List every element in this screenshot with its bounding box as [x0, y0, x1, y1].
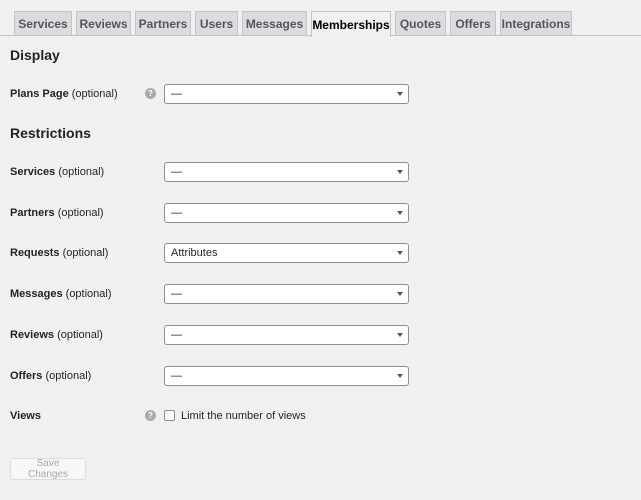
tab-users[interactable]: Users — [195, 11, 238, 35]
tab-messages[interactable]: Messages — [242, 11, 307, 35]
plans-page-select[interactable]: — — [164, 84, 409, 104]
reviews-select[interactable]: — — [164, 325, 409, 345]
tab-services[interactable]: Services — [14, 11, 72, 35]
tab-reviews[interactable]: Reviews — [76, 11, 131, 35]
requests-label: Requests (optional) — [10, 247, 109, 259]
tab-bar: Services Reviews Partners Users Messages… — [0, 0, 641, 37]
chevron-down-icon — [397, 92, 403, 96]
tab-quotes[interactable]: Quotes — [395, 11, 446, 35]
tab-memberships[interactable]: Memberships — [311, 11, 391, 37]
save-changes-button[interactable]: Save Changes — [10, 458, 86, 480]
limit-views-label[interactable]: Limit the number of views — [181, 410, 306, 422]
chevron-down-icon — [397, 251, 403, 255]
tab-offers[interactable]: Offers — [450, 11, 496, 35]
reviews-label: Reviews (optional) — [10, 329, 103, 341]
requests-select[interactable]: Attributes — [164, 243, 409, 263]
partners-select[interactable]: — — [164, 203, 409, 223]
messages-label: Messages (optional) — [10, 288, 112, 300]
chevron-down-icon — [397, 170, 403, 174]
services-label: Services (optional) — [10, 166, 105, 178]
chevron-down-icon — [397, 333, 403, 337]
tab-partners[interactable]: Partners — [135, 11, 191, 35]
offers-select[interactable]: — — [164, 366, 409, 386]
partners-label: Partners (optional) — [10, 207, 104, 219]
restrictions-section-title: Restrictions — [10, 125, 91, 141]
plans-page-label: Plans Page (optional) — [10, 88, 118, 100]
tab-integrations[interactable]: Integrations — [500, 11, 572, 35]
limit-views-checkbox[interactable] — [164, 410, 175, 421]
chevron-down-icon — [397, 211, 403, 215]
chevron-down-icon — [397, 374, 403, 378]
offers-label: Offers (optional) — [10, 370, 92, 382]
display-section-title: Display — [10, 47, 60, 63]
question-icon[interactable]: ? — [145, 410, 156, 421]
views-label: Views — [10, 410, 41, 422]
services-select[interactable]: — — [164, 162, 409, 182]
chevron-down-icon — [397, 292, 403, 296]
question-icon[interactable]: ? — [145, 88, 156, 99]
messages-select[interactable]: — — [164, 284, 409, 304]
